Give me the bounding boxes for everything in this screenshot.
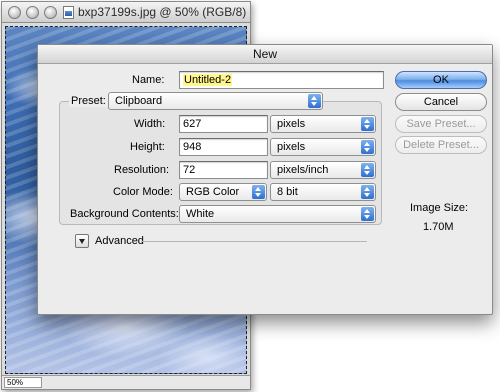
resolution-unit-value: pixels/inch bbox=[277, 164, 329, 176]
popup-arrows-icon bbox=[361, 185, 374, 199]
minimize-window-button[interactable] bbox=[26, 6, 39, 19]
resolution-field[interactable]: 72 bbox=[179, 161, 268, 179]
document-titlebar: bxp37199s.jpg @ 50% (RGB/8) bbox=[2, 2, 250, 23]
popup-arrows-icon bbox=[361, 140, 374, 154]
popup-arrows-icon bbox=[361, 207, 374, 221]
name-value: Untitled-2 bbox=[183, 74, 233, 86]
image-size-label: Image Size: bbox=[410, 202, 469, 214]
popup-arrows-icon bbox=[252, 185, 265, 199]
zoom-window-button[interactable] bbox=[44, 6, 57, 19]
document-title: bxp37199s.jpg @ 50% (RGB/8) bbox=[78, 5, 247, 19]
popup-arrows-icon bbox=[361, 163, 374, 177]
color-mode-label: Color Mode: bbox=[113, 186, 173, 198]
advanced-label[interactable]: Advanced bbox=[95, 235, 144, 247]
resolution-label: Resolution: bbox=[114, 164, 170, 176]
width-label: Width: bbox=[134, 118, 166, 130]
height-unit-select[interactable]: pixels bbox=[270, 138, 376, 156]
new-document-dialog: New Name: Untitled-2 Preset: Clipboard W… bbox=[37, 44, 493, 315]
popup-arrows-icon bbox=[361, 117, 374, 131]
height-label: Height: bbox=[130, 141, 165, 153]
color-mode-value: RGB Color bbox=[186, 186, 240, 198]
cancel-button[interactable]: Cancel bbox=[395, 93, 487, 111]
background-contents-select[interactable]: White bbox=[179, 205, 376, 223]
save-preset-button[interactable]: Save Preset... bbox=[395, 115, 487, 133]
popup-arrows-icon bbox=[308, 94, 321, 108]
delete-preset-button[interactable]: Delete Preset... bbox=[395, 136, 487, 154]
bit-depth-value: 8 bit bbox=[277, 186, 298, 198]
dialog-title: New bbox=[38, 45, 492, 64]
ok-button[interactable]: OK bbox=[395, 71, 487, 89]
document-file-icon bbox=[63, 6, 74, 19]
preset-select[interactable]: Clipboard bbox=[108, 92, 323, 110]
image-size-value: 1.70M bbox=[423, 221, 454, 233]
background-contents-label: Background Contents: bbox=[70, 208, 179, 220]
bit-depth-select[interactable]: 8 bit bbox=[270, 183, 376, 201]
height-unit-value: pixels bbox=[277, 141, 306, 153]
preset-value: Clipboard bbox=[115, 95, 163, 107]
background-contents-value: White bbox=[186, 208, 215, 220]
width-unit-value: pixels bbox=[277, 118, 306, 130]
resolution-unit-select[interactable]: pixels/inch bbox=[270, 161, 376, 179]
advanced-disclosure-button[interactable] bbox=[75, 234, 89, 248]
preset-label: Preset: bbox=[69, 95, 108, 107]
zoom-level-field[interactable]: 50% bbox=[4, 377, 42, 388]
name-label: Name: bbox=[132, 74, 165, 86]
width-field[interactable]: 627 bbox=[179, 115, 268, 133]
color-mode-select[interactable]: RGB Color bbox=[179, 183, 267, 201]
close-window-button[interactable] bbox=[8, 6, 21, 19]
width-unit-select[interactable]: pixels bbox=[270, 115, 376, 133]
advanced-divider bbox=[141, 241, 367, 242]
document-statusbar: 50% bbox=[2, 375, 250, 389]
name-field[interactable]: Untitled-2 bbox=[179, 71, 384, 89]
height-field[interactable]: 948 bbox=[179, 138, 268, 156]
